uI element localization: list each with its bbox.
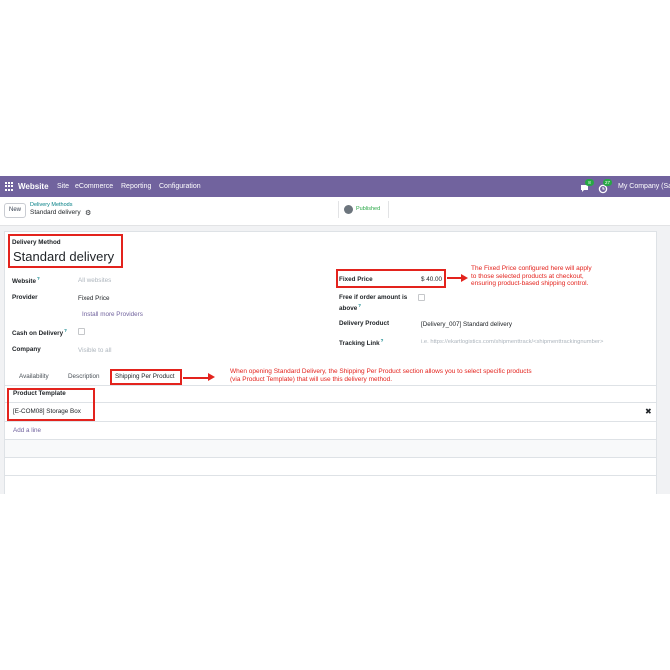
row-divider: [5, 421, 656, 422]
close-icon[interactable]: ✖: [645, 407, 652, 416]
provider-label: Provider: [12, 294, 38, 301]
website-field[interactable]: All websites: [78, 277, 111, 284]
free-over-label-line2: above?: [339, 303, 361, 313]
price-annotation: The Fixed Price configured here will app…: [471, 265, 592, 287]
cash-on-delivery-label: Cash on Delivery?: [12, 328, 67, 338]
highlight-shipping-tab: [110, 369, 182, 385]
tracking-link-label: Tracking Link?: [339, 338, 384, 348]
price-arrow-head: [461, 274, 468, 282]
app-screen: Website Site eCommerce Reporting Configu…: [0, 176, 670, 494]
globe-icon: [344, 205, 353, 214]
control-panel: New Delivery Methods Standard delivery ⚙…: [0, 197, 670, 226]
highlight-delivery-method: [8, 234, 123, 268]
menu-reporting[interactable]: Reporting: [121, 176, 151, 197]
cash-on-delivery-checkbox[interactable]: [78, 328, 85, 335]
delivery-product-label: Delivery Product: [339, 320, 390, 327]
new-button[interactable]: New: [4, 203, 26, 218]
tab-availability[interactable]: Availability: [19, 373, 49, 380]
apps-grid-icon[interactable]: [5, 182, 14, 191]
company-label: Company: [12, 346, 41, 353]
website-label: Website?: [12, 276, 40, 286]
company-field[interactable]: Visible to all: [78, 347, 112, 354]
breadcrumb-parent[interactable]: Delivery Methods: [30, 202, 73, 208]
highlight-product-template: [7, 388, 95, 421]
tabs-divider: [5, 385, 656, 386]
row-divider: [5, 475, 656, 476]
empty-row: [5, 440, 656, 457]
breadcrumb-current: Standard delivery: [30, 209, 81, 216]
published-toggle[interactable]: Published: [338, 201, 389, 218]
menu-site[interactable]: Site: [57, 176, 69, 197]
published-label: Published: [356, 206, 381, 212]
tab-annotation: When opening Standard Delivery, the Ship…: [230, 368, 532, 383]
company-switcher[interactable]: My Company (San Francisco): [618, 176, 670, 197]
tab-arrow-head: [208, 373, 215, 381]
activity-count-badge: 27: [603, 179, 612, 186]
add-line-link[interactable]: Add a line: [13, 427, 41, 434]
provider-field[interactable]: Fixed Price: [78, 295, 110, 302]
menu-ecommerce[interactable]: eCommerce: [75, 176, 113, 197]
top-navbar: Website Site eCommerce Reporting Configu…: [0, 176, 670, 197]
free-over-label-line1: Free if order amount is: [339, 294, 408, 301]
menu-configuration[interactable]: Configuration: [159, 176, 201, 197]
row-divider: [5, 457, 656, 458]
free-over-checkbox[interactable]: [418, 294, 425, 301]
highlight-fixed-price: [336, 269, 446, 288]
chat-count-badge: 8: [585, 179, 594, 186]
delivery-product-field[interactable]: [Delivery_007] Standard delivery: [421, 321, 512, 328]
tracking-link-field[interactable]: i.e. https://ekartlogistics.com/shipment…: [421, 339, 603, 345]
tab-description[interactable]: Description: [68, 373, 100, 380]
table-row[interactable]: [E-COM08] Storage Box ✖: [5, 403, 656, 421]
install-providers-link[interactable]: Install more Providers: [82, 311, 143, 318]
tab-arrow-line: [183, 377, 210, 379]
app-name[interactable]: Website: [18, 176, 49, 197]
gear-icon[interactable]: ⚙: [85, 209, 91, 217]
